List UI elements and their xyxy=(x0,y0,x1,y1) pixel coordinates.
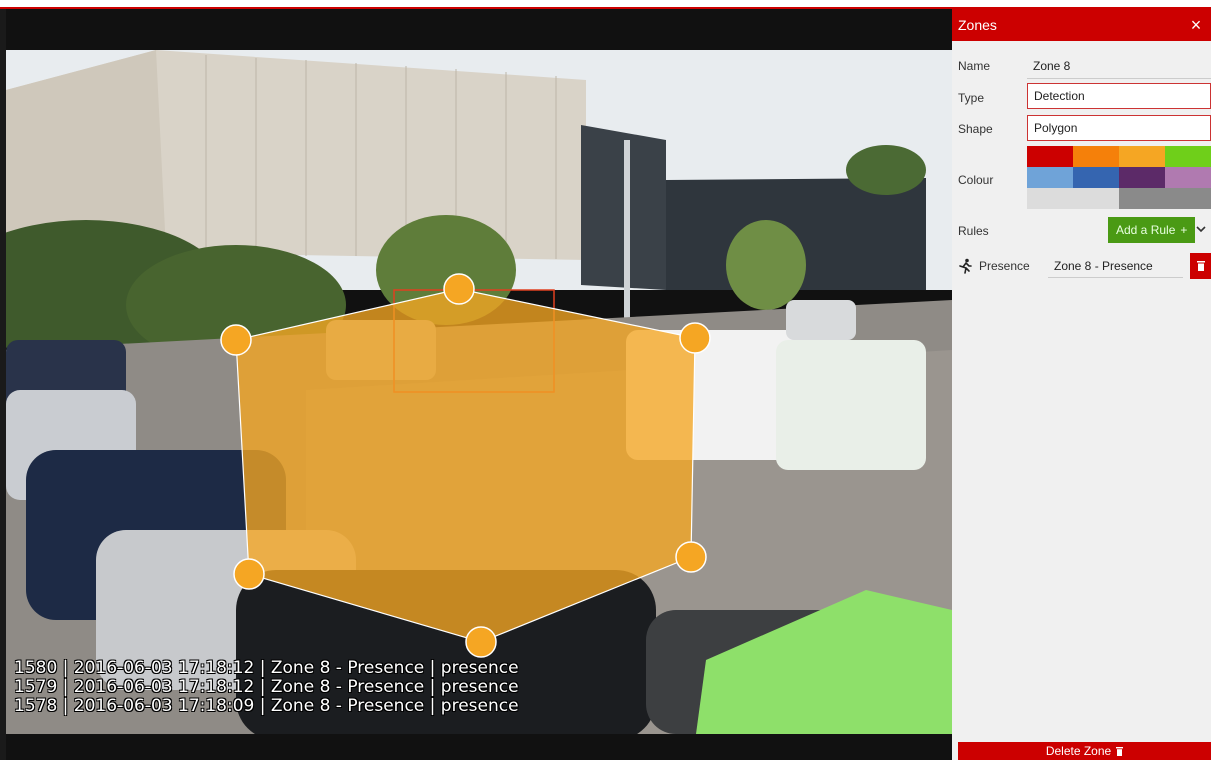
shape-select[interactable]: Polygon xyxy=(1027,115,1211,141)
colour-swatch[interactable] xyxy=(1165,167,1211,188)
delete-rule-button[interactable] xyxy=(1190,253,1211,279)
colour-swatch[interactable] xyxy=(1027,167,1073,188)
colour-swatch[interactable] xyxy=(1165,146,1211,167)
plus-icon: + xyxy=(1180,223,1188,237)
log-line: 1579 | 2016-06-03 17:18:12 | Zone 8 - Pr… xyxy=(14,677,519,697)
shape-row: Shape Polygon xyxy=(952,115,1211,145)
panel-header: Zones × xyxy=(952,9,1211,41)
colour-swatch[interactable] xyxy=(1119,167,1165,188)
add-rule-label: Add a Rule xyxy=(1116,223,1176,237)
colour-swatch[interactable] xyxy=(1073,188,1119,209)
type-row: Type Detection xyxy=(952,83,1211,113)
close-icon[interactable]: × xyxy=(1187,15,1205,36)
colour-swatch[interactable] xyxy=(1119,146,1165,167)
rule-type: Presence xyxy=(979,259,1030,273)
colour-swatch[interactable] xyxy=(1027,188,1073,209)
delete-zone-label: Delete Zone xyxy=(1045,744,1112,758)
log-line: 1580 | 2016-06-03 17:18:12 | Zone 8 - Pr… xyxy=(14,658,519,678)
run-icon xyxy=(959,258,972,274)
name-field[interactable]: Zone 8 xyxy=(1027,53,1211,79)
trash-icon xyxy=(1196,261,1205,271)
type-select[interactable]: Detection xyxy=(1027,83,1211,109)
log-line: 1578 | 2016-06-03 17:18:09 | Zone 8 - Pr… xyxy=(14,696,519,716)
rules-label: Rules xyxy=(958,224,989,238)
camera-view[interactable]: 1580 | 2016-06-03 17:18:12 | Zone 8 - Pr… xyxy=(6,9,952,760)
colour-swatch[interactable] xyxy=(1165,188,1211,209)
event-log: 1580 | 2016-06-03 17:18:12 | Zone 8 - Pr… xyxy=(14,659,519,716)
letterbox-top xyxy=(6,9,952,50)
colour-swatch[interactable] xyxy=(1119,188,1165,209)
panel-title: Zones xyxy=(958,17,997,33)
rule-name-field[interactable]: Zone 8 - Presence xyxy=(1048,254,1183,278)
name-label: Name xyxy=(958,59,991,73)
colour-swatch[interactable] xyxy=(1027,146,1073,167)
shape-label: Shape xyxy=(958,122,993,136)
colour-swatch[interactable] xyxy=(1073,167,1119,188)
colour-label: Colour xyxy=(958,173,994,187)
letterbox-bottom xyxy=(6,734,952,760)
zones-panel: Zones × Name Zone 8 Type Detection Shape… xyxy=(952,9,1211,760)
name-row: Name Zone 8 xyxy=(952,51,1211,81)
chevron-down-icon[interactable] xyxy=(1194,221,1208,237)
colour-picker xyxy=(1027,146,1211,210)
type-label: Type xyxy=(958,91,985,105)
delete-zone-button[interactable]: Delete Zone xyxy=(958,742,1211,760)
add-rule-button[interactable]: Add a Rule + xyxy=(1108,217,1196,243)
colour-swatch[interactable] xyxy=(1073,146,1119,167)
rule-row: Presence Zone 8 - Presence xyxy=(952,252,1211,280)
camera-scene xyxy=(6,50,952,734)
trash-icon xyxy=(1116,746,1124,756)
top-border xyxy=(0,0,1211,9)
